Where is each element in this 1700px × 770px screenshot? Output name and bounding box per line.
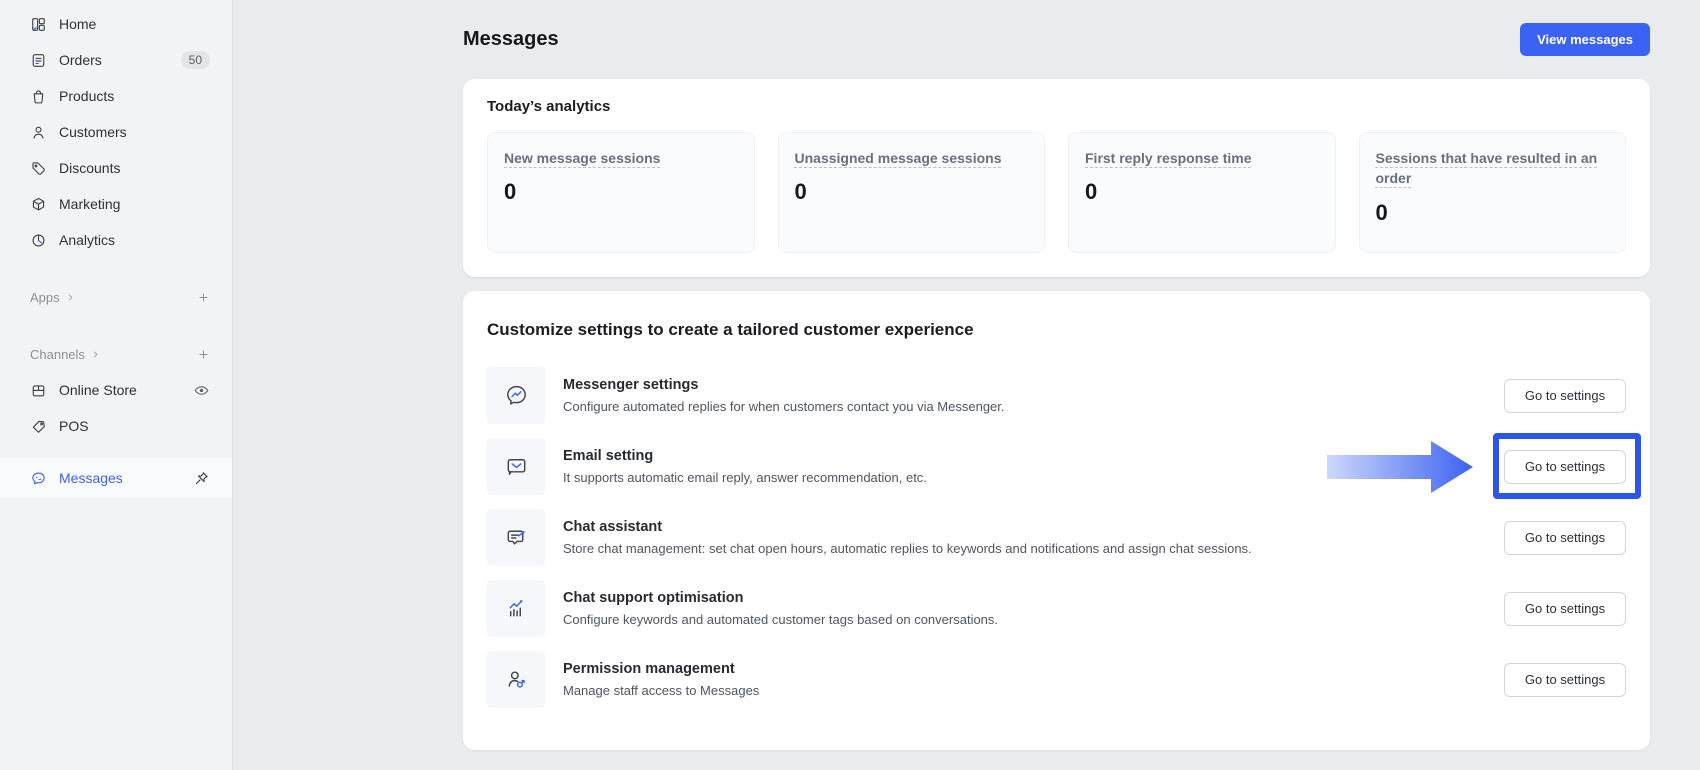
stat-value: 0 xyxy=(504,179,517,205)
add-app-button[interactable] xyxy=(197,291,210,304)
chevron-right-icon xyxy=(90,349,101,360)
sidebar-item-label: Messages xyxy=(59,470,123,486)
settings-row-description: Configure keywords and automated custome… xyxy=(563,612,999,627)
chat-bubble-icon xyxy=(30,470,47,487)
stat-label[interactable]: New message sessions xyxy=(504,150,660,166)
settings-row-title: Messenger settings xyxy=(563,377,699,393)
home-icon xyxy=(30,16,47,33)
settings-row-description: It supports automatic email reply, answe… xyxy=(563,470,927,485)
customize-settings-card: Customize settings to create a tailored … xyxy=(463,291,1650,750)
sidebar-item-label: Products xyxy=(59,88,115,104)
stat-label[interactable]: Sessions that have resulted in an order xyxy=(1376,150,1598,186)
marketing-icon xyxy=(30,196,47,213)
sidebar-item-discounts[interactable]: Discounts xyxy=(0,150,232,186)
sidebar-item-label: Home xyxy=(59,16,97,32)
chevron-right-icon xyxy=(65,292,76,303)
settings-card-title: Customize settings to create a tailored … xyxy=(487,320,974,339)
section-label: Channels xyxy=(30,346,85,362)
go-to-settings-button-permission[interactable]: Go to settings xyxy=(1504,662,1626,697)
sidebar-section-apps[interactable]: Apps xyxy=(0,279,232,315)
email-icon xyxy=(487,438,545,495)
stat-card-unassigned-sessions: Unassigned message sessions 0 xyxy=(777,132,1045,253)
pos-icon xyxy=(30,418,47,435)
add-channel-button[interactable] xyxy=(197,348,210,361)
analytics-card-title: Today’s analytics xyxy=(487,98,611,115)
products-icon xyxy=(30,88,47,105)
go-to-settings-button-chat-support[interactable]: Go to settings xyxy=(1504,591,1626,626)
section-label: Apps xyxy=(30,289,60,305)
stat-value: 0 xyxy=(794,179,807,205)
sidebar-item-home[interactable]: Home xyxy=(0,6,232,42)
stat-value: 0 xyxy=(1085,179,1098,205)
messenger-icon xyxy=(487,367,545,424)
sidebar-item-orders[interactable]: Orders 50 xyxy=(0,42,232,78)
stats-grid: New message sessions 0 Unassigned messag… xyxy=(487,132,1626,253)
settings-row-chat-assistant: Chat assistant Store chat management: se… xyxy=(487,509,1626,566)
stat-card-sessions-with-order: Sessions that have resulted in an order … xyxy=(1358,132,1626,253)
chart-icon xyxy=(487,580,545,637)
view-messages-button[interactable]: View messages xyxy=(1520,22,1650,56)
sidebar-section-channels[interactable]: Channels xyxy=(0,336,232,372)
chat-assistant-icon xyxy=(487,509,545,566)
orders-icon xyxy=(30,52,47,69)
stat-label[interactable]: First reply response time xyxy=(1085,150,1252,166)
sidebar-item-label: Online Store xyxy=(59,382,137,398)
settings-row-description: Store chat management: set chat open hou… xyxy=(563,541,1252,556)
eye-icon[interactable] xyxy=(193,382,210,399)
todays-analytics-card: Today’s analytics New message sessions 0… xyxy=(463,79,1650,277)
sidebar-item-customers[interactable]: Customers xyxy=(0,114,232,150)
sidebar-item-messages-active[interactable]: Messages xyxy=(0,458,232,498)
sidebar-item-label: Orders xyxy=(59,52,102,68)
discounts-icon xyxy=(30,160,47,177)
store-icon xyxy=(30,382,47,399)
main-area: Messages View messages Today’s analytics… xyxy=(233,0,1700,770)
settings-row-title: Permission management xyxy=(563,661,735,677)
sidebar-item-label: Marketing xyxy=(59,196,121,212)
go-to-settings-button-messenger[interactable]: Go to settings xyxy=(1504,378,1626,413)
page-header: Messages View messages xyxy=(463,21,1650,57)
sidebar: Home Orders 50 Products Customers Discou… xyxy=(0,0,233,770)
sidebar-item-online-store[interactable]: Online Store xyxy=(0,372,232,408)
settings-row-description: Manage staff access to Messages xyxy=(563,683,760,698)
stat-card-first-reply-time: First reply response time 0 xyxy=(1068,132,1336,253)
customers-icon xyxy=(30,124,47,141)
sidebar-item-label: POS xyxy=(59,418,89,434)
settings-row-title: Email setting xyxy=(563,448,654,464)
analytics-icon xyxy=(30,232,47,249)
pin-icon[interactable] xyxy=(193,470,210,487)
app-window: Home Orders 50 Products Customers Discou… xyxy=(0,0,1700,770)
orders-count-badge: 50 xyxy=(180,51,210,69)
page-title: Messages xyxy=(463,27,559,50)
sidebar-item-marketing[interactable]: Marketing xyxy=(0,186,232,222)
sidebar-item-label: Discounts xyxy=(59,160,121,176)
stat-label[interactable]: Unassigned message sessions xyxy=(795,150,1002,166)
settings-row-title: Chat support optimisation xyxy=(563,590,744,606)
sidebar-item-label: Customers xyxy=(59,124,127,140)
settings-row-permission: Permission management Manage staff acces… xyxy=(487,651,1626,708)
sidebar-item-products[interactable]: Products xyxy=(0,78,232,114)
stat-card-new-sessions: New message sessions 0 xyxy=(487,132,755,253)
sidebar-item-analytics[interactable]: Analytics xyxy=(0,222,232,258)
sidebar-item-label: Analytics xyxy=(59,232,116,248)
settings-row-messenger: Messenger settings Configure automated r… xyxy=(487,367,1626,424)
sidebar-item-pos[interactable]: POS xyxy=(0,408,232,444)
settings-row-title: Chat assistant xyxy=(563,519,663,535)
settings-row-chat-support: Chat support optimisation Configure keyw… xyxy=(487,580,1626,637)
permission-icon xyxy=(487,651,545,708)
go-to-settings-button-email[interactable]: Go to settings xyxy=(1504,449,1626,484)
go-to-settings-button-chat-assistant[interactable]: Go to settings xyxy=(1504,520,1626,555)
settings-row-email: Email setting It supports automatic emai… xyxy=(487,432,1641,499)
stat-value: 0 xyxy=(1375,199,1388,225)
settings-row-description: Configure automated replies for when cus… xyxy=(563,399,1005,414)
